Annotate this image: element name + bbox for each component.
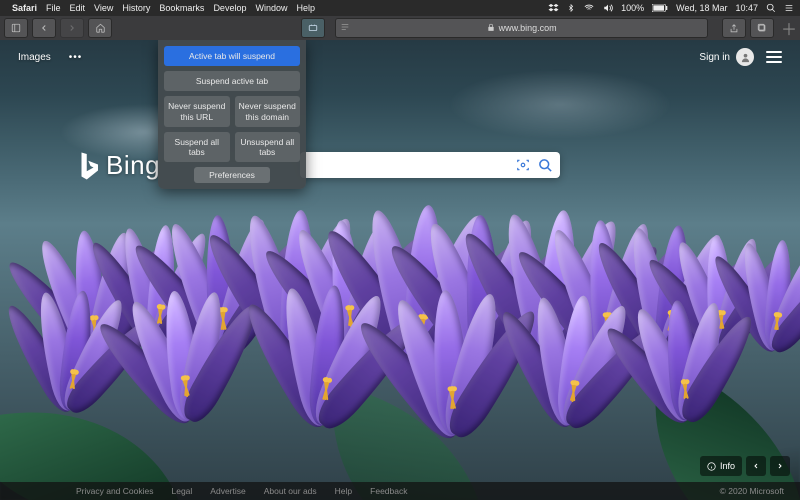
info-button[interactable]: Info [700,456,742,476]
menu-history[interactable]: History [122,3,150,13]
bluetooth-status-icon[interactable] [567,3,575,13]
search-input[interactable] [300,159,512,171]
address-url: www.bing.com [499,23,557,33]
spotlight-icon[interactable] [766,3,776,13]
tabs-button[interactable] [750,18,774,38]
background-carousel: Info [700,456,790,476]
menu-window[interactable]: Window [255,3,287,13]
sign-in-button[interactable]: Sign in [699,48,754,66]
popup-suspend-all[interactable]: Suspend all tabs [164,132,230,162]
footer-about-ads[interactable]: About our ads [264,486,317,496]
menu-file[interactable]: File [46,3,61,13]
safari-toolbar: www.bing.com ＋ [0,16,800,41]
next-image-button[interactable] [770,456,790,476]
search-icon[interactable] [534,158,556,173]
menu-help[interactable]: Help [296,3,315,13]
search-box[interactable] [300,152,560,178]
footer-advertise[interactable]: Advertise [210,486,245,496]
popup-status[interactable]: Active tab will suspend [164,46,300,66]
menubar-date[interactable]: Wed, 18 Mar [676,3,727,13]
menu-app-name[interactable]: Safari [12,3,37,13]
home-button[interactable] [88,18,112,38]
reader-icon[interactable] [340,22,350,34]
wifi-status-icon[interactable] [583,3,595,13]
menubar-time[interactable]: 10:47 [735,3,758,13]
popup-unsuspend-all[interactable]: Unsuspend all tabs [235,132,301,162]
bing-logo-text: Bing [106,150,160,181]
sidebar-button[interactable] [4,18,28,38]
suspender-extension-popup: Active tab will suspend Suspend active t… [158,40,306,189]
info-label: Info [720,461,735,471]
menu-view[interactable]: View [94,3,113,13]
footer-help[interactable]: Help [335,486,352,496]
bing-logo-icon [78,151,100,181]
back-button[interactable] [32,18,56,38]
page-content: Images ••• Sign in Bing Active tab will … [0,40,800,500]
sign-in-label: Sign in [699,52,730,63]
address-bar[interactable]: www.bing.com [335,18,708,38]
macos-menubar: Safari File Edit View History Bookmarks … [0,0,800,16]
nav-more[interactable]: ••• [69,52,83,63]
menu-bookmarks[interactable]: Bookmarks [159,3,204,13]
nav-images[interactable]: Images [18,52,51,63]
bing-footer: Privacy and Cookies Legal Advertise Abou… [0,482,800,500]
menu-edit[interactable]: Edit [70,3,86,13]
forward-button[interactable] [60,18,84,38]
share-button[interactable] [722,18,746,38]
hamburger-menu-icon[interactable] [766,51,782,63]
bing-top-nav: Images ••• Sign in [0,46,800,68]
menu-develop[interactable]: Develop [213,3,246,13]
footer-feedback[interactable]: Feedback [370,486,407,496]
popup-never-suspend-domain[interactable]: Never suspend this domain [235,96,301,126]
battery-status-icon[interactable] [652,4,668,12]
lock-icon [487,23,495,34]
suspender-extension-button[interactable] [301,18,325,38]
popup-suspend-active[interactable]: Suspend active tab [164,71,300,91]
new-tab-button[interactable]: ＋ [778,19,800,37]
footer-privacy[interactable]: Privacy and Cookies [76,486,153,496]
visual-search-icon[interactable] [512,158,534,172]
prev-image-button[interactable] [746,456,766,476]
popup-preferences[interactable]: Preferences [194,167,270,183]
popup-never-suspend-url[interactable]: Never suspend this URL [164,96,230,126]
footer-legal[interactable]: Legal [171,486,192,496]
volume-status-icon[interactable] [603,3,613,13]
bing-logo[interactable]: Bing [78,150,160,181]
volume-percent: 100% [621,3,644,13]
avatar-icon [736,48,754,66]
dropbox-status-icon[interactable] [548,3,559,13]
footer-copyright: © 2020 Microsoft [720,486,784,496]
control-center-icon[interactable] [784,3,794,13]
